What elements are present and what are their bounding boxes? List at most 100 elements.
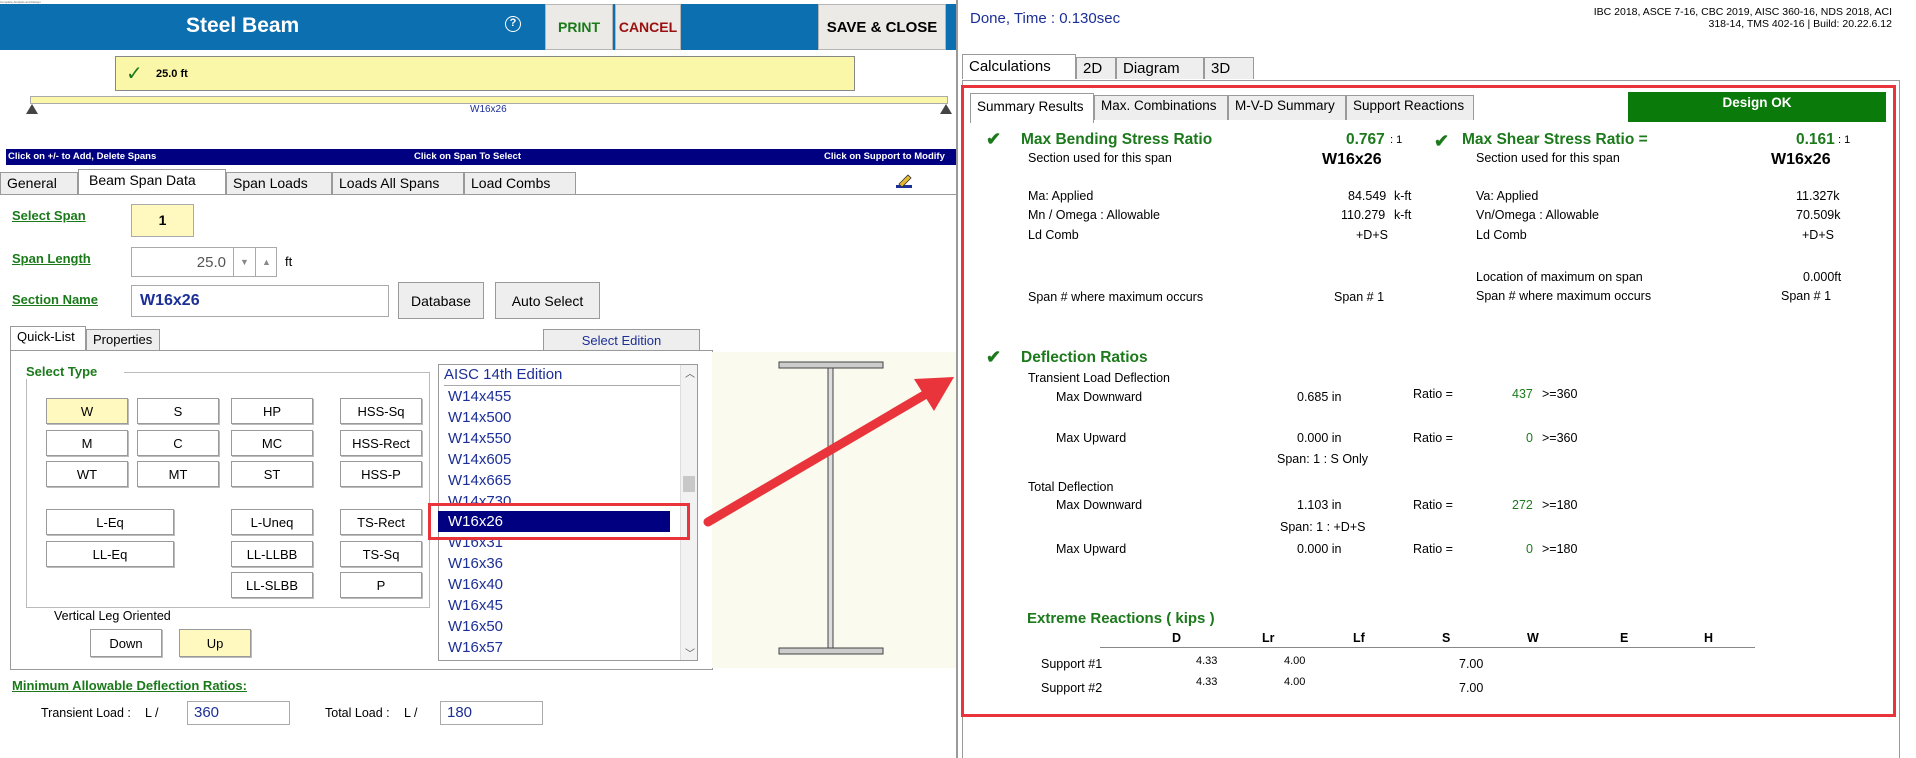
increment-icon[interactable]: ▲	[255, 248, 277, 276]
list-item[interactable]: W16x36	[446, 553, 678, 574]
tab-summary-results[interactable]: Summary Results	[970, 93, 1094, 123]
type-l-uneq-button[interactable]: L-Uneq	[231, 509, 313, 535]
list-item[interactable]: W16x50	[446, 616, 678, 637]
list-item[interactable]: W14x500	[446, 407, 678, 428]
auto-select-button[interactable]: Auto Select	[495, 282, 600, 319]
tab-support-reactions[interactable]: Support Reactions	[1346, 95, 1474, 120]
select-edition-button[interactable]: Select Edition	[543, 329, 700, 351]
hint-left: Click on +/- to Add, Delete Spans	[8, 151, 157, 162]
scroll-down-icon[interactable]: ﹀	[685, 645, 695, 660]
print-button[interactable]: PRINT	[545, 4, 613, 50]
section-name-input[interactable]: W16x26	[131, 285, 389, 317]
shear-loc-label: Location of maximum on span	[1476, 270, 1643, 284]
save-close-button[interactable]: SAVE & CLOSE	[818, 4, 946, 50]
shear-title: Max Shear Stress Ratio =	[1462, 131, 1648, 148]
select-type-label-text: Select Type	[26, 364, 104, 379]
type-mt-button[interactable]: MT	[137, 461, 219, 487]
type-wt-button[interactable]: WT	[46, 461, 128, 487]
total-load-input[interactable]: 180	[440, 701, 543, 725]
tab-3d[interactable]: 3D	[1204, 57, 1254, 79]
bending-span-value: Span # 1	[1334, 290, 1385, 304]
support-right-icon[interactable]	[940, 104, 952, 114]
span-label-box[interactable]: ✓ 25.0 ft	[115, 56, 855, 91]
tab-diagram[interactable]: Diagram	[1116, 57, 1204, 79]
list-item[interactable]: W14x605	[446, 449, 678, 470]
tab-loads-all-spans[interactable]: Loads All Spans	[332, 172, 464, 194]
leg-up-button[interactable]: Up	[179, 629, 251, 657]
hint-right: Click on Support to Modify	[824, 151, 945, 162]
bending-title: Max Bending Stress Ratio	[1021, 131, 1213, 148]
edit-pencil-icon[interactable]	[895, 173, 913, 189]
tab-beam-span-data[interactable]: Beam Span Data	[78, 169, 226, 194]
type-c-button[interactable]: C	[137, 430, 219, 456]
header-title: Steel Beam	[186, 14, 300, 37]
shear-vn-value: 70.509k	[1796, 208, 1841, 222]
select-span-label: Select Span	[12, 208, 86, 223]
app-header: Steel Beam ? PRINT CANCEL SAVE & CLOSE	[0, 4, 958, 50]
type-hss-p-button[interactable]: HSS-P	[340, 461, 422, 487]
type-hp-button[interactable]: HP	[231, 398, 313, 424]
tab-properties[interactable]: Properties	[86, 329, 160, 351]
beam-span[interactable]	[30, 96, 948, 104]
tot-max-down-limit: >=180	[1542, 498, 1578, 512]
type-p-button[interactable]: P	[340, 572, 422, 598]
transient-load-input[interactable]: 360	[187, 701, 290, 725]
tab-load-combs[interactable]: Load Combs	[464, 172, 576, 194]
col-h: H	[1704, 631, 1714, 645]
type-st-button[interactable]: ST	[231, 461, 313, 487]
span-length-field[interactable]: 25.0 ▼ ▲	[131, 247, 277, 277]
type-ll-eq-button[interactable]: LL-Eq	[46, 541, 174, 567]
shear-va-label: Va: Applied	[1476, 189, 1539, 203]
type-w-button[interactable]: W	[46, 398, 128, 424]
vertical-leg-label: Vertical Leg Oriented	[54, 609, 171, 623]
tab-2d[interactable]: 2D	[1076, 57, 1116, 79]
scroll-thumb[interactable]	[683, 476, 695, 492]
col-lr: Lr	[1262, 631, 1275, 645]
hint-center: Click on Span To Select	[414, 151, 521, 162]
tot-max-down-label: Max Downward	[1056, 498, 1143, 512]
type-ts-rect-button[interactable]: TS-Rect	[340, 509, 422, 535]
code-line-1: IBC 2018, ASCE 7-16, CBC 2019, AISC 360-…	[1593, 6, 1892, 18]
support-1-label: Support #1	[1041, 657, 1103, 671]
support-2-d: 4.33	[1196, 676, 1218, 688]
list-item[interactable]: W14x665	[446, 470, 678, 491]
tot-max-up-ratio-label: Ratio =	[1413, 542, 1453, 556]
bending-ma-value: 84.549	[1348, 189, 1387, 203]
tab-quick-list[interactable]: Quick-List	[10, 326, 86, 351]
type-hss-sq-button[interactable]: HSS-Sq	[340, 398, 422, 424]
type-l-eq-button[interactable]: L-Eq	[46, 509, 174, 535]
support-2-s: 7.00	[1459, 681, 1484, 695]
database-button[interactable]: Database	[398, 282, 484, 319]
support-2-label: Support #2	[1041, 681, 1103, 695]
tab-calculations[interactable]: Calculations	[962, 54, 1076, 79]
tab-max-combinations[interactable]: Max. Combinations	[1094, 95, 1228, 120]
list-item[interactable]: W14x455	[446, 386, 678, 407]
support-1-lr: 4.00	[1284, 655, 1306, 667]
tab-general[interactable]: General	[0, 172, 78, 194]
tab-mvd-summary[interactable]: M-V-D Summary	[1228, 95, 1346, 120]
type-ts-sq-button[interactable]: TS-Sq	[340, 541, 422, 567]
decrement-icon[interactable]: ▼	[233, 248, 255, 276]
tot-max-up-ratio: 0	[1526, 542, 1533, 556]
type-hss-rect-button[interactable]: HSS-Rect	[340, 430, 422, 456]
list-item[interactable]: W16x57	[446, 637, 678, 658]
type-mc-button[interactable]: MC	[231, 430, 313, 456]
type-s-button[interactable]: S	[137, 398, 219, 424]
support-left-icon[interactable]	[26, 104, 38, 114]
leg-down-button[interactable]: Down	[90, 629, 162, 657]
tab-span-loads[interactable]: Span Loads	[226, 172, 332, 194]
tot-max-down-ratio-label: Ratio =	[1413, 498, 1453, 512]
type-ll-slbb-button[interactable]: LL-SLBB	[231, 572, 313, 598]
list-item[interactable]: W14x550	[446, 428, 678, 449]
type-m-button[interactable]: M	[46, 430, 128, 456]
help-icon[interactable]: ?	[505, 16, 521, 32]
col-lf: Lf	[1353, 631, 1365, 645]
cancel-button[interactable]: CANCEL	[615, 4, 681, 50]
shear-section-label: Section used for this span	[1476, 151, 1620, 165]
scroll-up-icon[interactable]: ︿	[685, 365, 695, 380]
type-ll-llbb-button[interactable]: LL-LLBB	[231, 541, 313, 567]
list-item[interactable]: W16x45	[446, 595, 678, 616]
select-span-value[interactable]: 1	[131, 204, 194, 237]
shear-section: W16x26	[1771, 151, 1831, 168]
list-item[interactable]: W16x40	[446, 574, 678, 595]
